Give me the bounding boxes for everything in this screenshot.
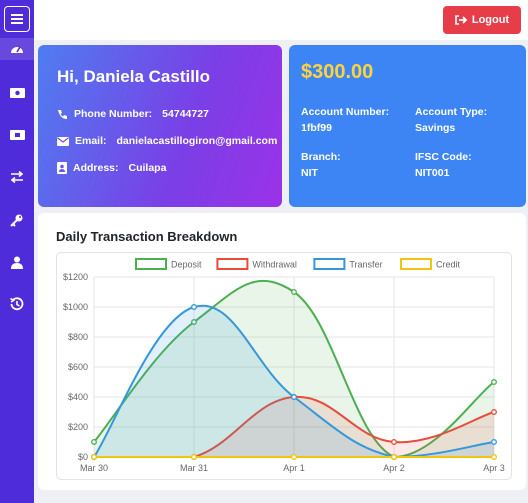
y-tick-label: $0 [78,452,88,462]
sidebar-item-profile[interactable] [0,251,34,273]
ifsc-code: IFSC Code: NIT001 [415,149,472,181]
y-tick-label: $200 [68,422,88,432]
history-icon [10,297,24,311]
address-row: Address: Cuilapa [57,162,166,174]
y-tick-label: $600 [68,362,88,372]
data-point-deposit [91,439,97,445]
account-type: Account Type: Savings [415,104,487,136]
legend-swatch-deposit [135,258,167,270]
x-tick-label: Apr 1 [283,463,305,473]
data-point-credit [391,454,397,460]
x-tick-label: Apr 3 [483,463,505,473]
phone-row: Phone Number: 54744727 [57,108,209,120]
sidebar-item-transfer[interactable] [0,166,34,188]
menu-toggle-button[interactable] [4,6,30,32]
envelope-icon [57,136,69,146]
email-label: Email: [75,135,107,147]
sign-out-icon [455,15,467,25]
sidebar-item-change-password[interactable] [0,209,34,231]
y-tick-label: $1000 [63,302,88,312]
legend-label: Transfer [349,260,382,270]
legend-swatch-credit [400,258,432,270]
email-row: Email: danielacastillogiron@gmail.com [57,135,277,147]
phone-icon [58,109,67,119]
branch-value: NIT [301,167,318,179]
sidebar-item-withdraw[interactable] [0,124,34,146]
address-value: Cuilapa [128,162,167,174]
address-book-icon [57,162,67,174]
tachometer-icon [11,46,23,53]
money-bill-icon [9,88,25,98]
sidebar [0,0,34,503]
data-point-credit [91,454,97,460]
ifsc-value: NIT001 [415,167,450,179]
key-icon [10,214,23,227]
data-point-credit [491,454,497,460]
y-tick-label: $400 [68,392,88,402]
transaction-chart: $0 $200 $400 $600 $800 $1000 $1200 Mar 30 Mar 31… [63,258,505,473]
user-icon [11,256,23,269]
account-number-label: Account Number: [301,106,390,118]
y-tick-label: $800 [68,332,88,342]
data-point-withdrawal [491,409,497,415]
account-number: Account Number: 1fbf99 [301,104,389,136]
money-bill-alt-icon [9,130,25,140]
account-type-label: Account Type: [415,106,488,118]
data-point-deposit [291,289,297,295]
logout-button[interactable]: Logout [443,6,521,34]
x-tick-label: Mar 30 [80,463,108,473]
data-point-credit [191,454,197,460]
data-point-withdrawal [391,439,397,445]
address-label: Address: [73,162,119,174]
user-info-card: Hi, Daniela Castillo Phone Number: 54744… [38,45,282,207]
transaction-chart-card: Daily Transaction Breakdown $0 $200 $400 $6… [38,213,526,490]
chart-container: $0 $200 $400 $600 $800 $1000 $1200 Mar 30 Mar 31… [56,252,512,480]
x-tick-label: Mar 31 [180,463,208,473]
data-point-credit [291,454,297,460]
phone-label: Phone Number: [74,108,153,120]
legend-swatch-transfer [313,258,346,270]
ifsc-label: IFSC Code: [415,151,472,163]
legend-swatch-withdrawal [216,258,249,270]
chart-title: Daily Transaction Breakdown [56,229,238,244]
account-balance: $300.00 [301,61,374,83]
exchange-icon [10,171,24,183]
user-greeting: Hi, Daniela Castillo [57,67,211,86]
account-type-value: Savings [415,122,456,134]
y-tick-label: $1200 [63,272,88,282]
legend-label: Credit [436,260,461,270]
sidebar-item-history[interactable] [0,293,34,315]
data-point-transfer [291,394,297,400]
sidebar-item-dashboard[interactable] [0,38,34,60]
data-point-deposit [491,379,497,385]
x-tick-label: Apr 2 [383,463,405,473]
data-point-transfer [191,304,197,310]
legend-label: Withdrawal [252,260,297,270]
data-point-transfer [491,439,497,445]
sidebar-item-deposit[interactable] [0,82,34,104]
logout-label: Logout [471,14,510,26]
email-value: danielacastillogiron@gmail.com [116,135,278,147]
branch-label: Branch: [301,151,341,163]
phone-value: 54744727 [162,108,209,120]
hamburger-icon [11,14,23,24]
legend-label: Deposit [171,260,202,270]
branch: Branch: NIT [301,149,341,181]
account-number-value: 1fbf99 [301,122,332,134]
account-card: $300.00 Account Number: 1fbf99 Account T… [289,45,526,207]
